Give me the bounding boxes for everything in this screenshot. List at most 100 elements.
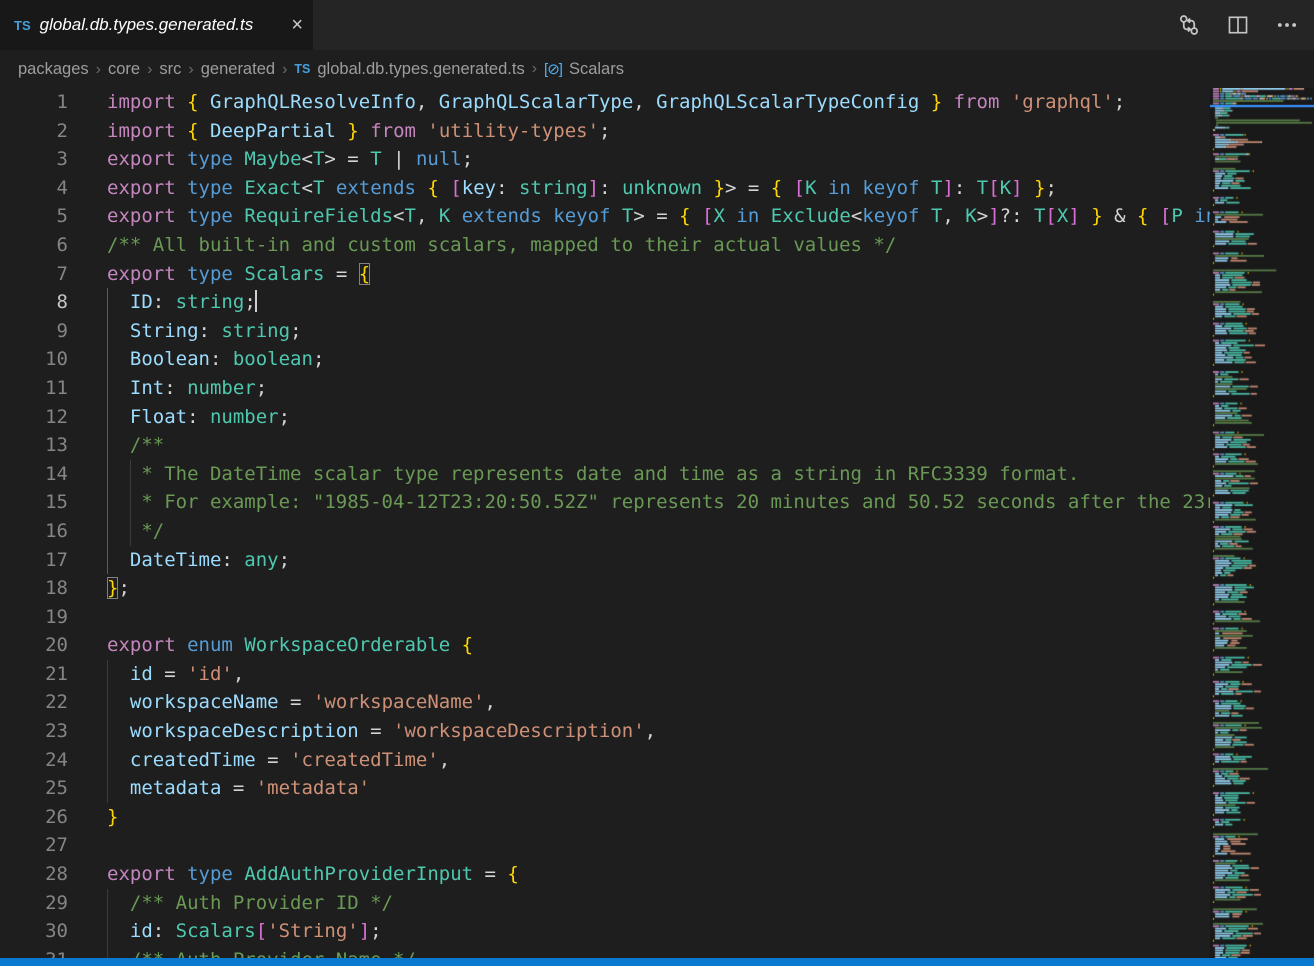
- breadcrumb-item-file[interactable]: global.db.types.generated.ts: [317, 60, 524, 79]
- code-text: * For example: "1985-04-12T23:20:50.52Z"…: [107, 488, 1210, 517]
- code-line-3[interactable]: 3export type Maybe<T> = T | null;: [0, 145, 1210, 174]
- code-line-8[interactable]: 8 ID: string;: [0, 288, 1210, 317]
- code-text: workspaceName = 'workspaceName',: [107, 688, 496, 717]
- code-token: [: [988, 177, 999, 199]
- breadcrumb-item-generated[interactable]: generated: [201, 60, 275, 78]
- code-token: 'graphql': [1011, 91, 1114, 113]
- code-token: :: [599, 177, 622, 199]
- code-token: [1080, 205, 1091, 227]
- breadcrumb-item-core[interactable]: core: [108, 60, 140, 78]
- code-text: /**: [107, 431, 164, 460]
- code-line-21[interactable]: 21 id = 'id',: [0, 660, 1210, 689]
- code-editor[interactable]: 1import { GraphQLResolveInfo, GraphQLSca…: [0, 88, 1210, 958]
- code-token: /** Auth Provider ID */: [130, 892, 393, 914]
- code-line-2[interactable]: 2import { DeepPartial } from 'utility-ty…: [0, 117, 1210, 146]
- code-token: String: [130, 320, 199, 342]
- code-token: ;: [279, 549, 290, 571]
- breadcrumb-item-symbol[interactable]: Scalars: [569, 60, 624, 79]
- code-token: /** Auth Provider Name */: [130, 949, 416, 958]
- code-line-10[interactable]: 10 Boolean: boolean;: [0, 345, 1210, 374]
- line-number: 15: [0, 488, 68, 517]
- code-line-19[interactable]: 19: [0, 603, 1210, 632]
- code-line-18[interactable]: 18};: [0, 574, 1210, 603]
- code-token: ,: [233, 663, 244, 685]
- open-changes-button[interactable]: [1178, 14, 1200, 36]
- line-number: 3: [0, 145, 68, 174]
- code-line-1[interactable]: 1import { GraphQLResolveInfo, GraphQLSca…: [0, 88, 1210, 117]
- code-line-4[interactable]: 4export type Exact<T extends { [key: str…: [0, 174, 1210, 203]
- code-token: K: [965, 205, 976, 227]
- code-token: }: [107, 806, 118, 828]
- code-token: [199, 120, 210, 142]
- code-token: [450, 634, 461, 656]
- code-token: [233, 634, 244, 656]
- code-line-20[interactable]: 20export enum WorkspaceOrderable {: [0, 631, 1210, 660]
- code-line-26[interactable]: 26}: [0, 803, 1210, 832]
- code-line-27[interactable]: 27: [0, 831, 1210, 860]
- code-line-24[interactable]: 24 createdTime = 'createdTime',: [0, 746, 1210, 775]
- code-line-29[interactable]: 29 /** Auth Provider ID */: [0, 889, 1210, 918]
- code-token: [107, 377, 130, 399]
- code-token: [107, 406, 130, 428]
- code-token: [359, 120, 370, 142]
- tab-global-db-types-generated[interactable]: TS global.db.types.generated.ts ×: [0, 0, 313, 50]
- code-line-15[interactable]: 15 * For example: "1985-04-12T23:20:50.5…: [0, 488, 1210, 517]
- code-line-6[interactable]: 6/** All built-in and custom scalars, ma…: [0, 231, 1210, 260]
- code-token: T: [1034, 205, 1045, 227]
- breadcrumb: packages›core›src›generated› TS global.d…: [0, 50, 1314, 88]
- indent-guide: [107, 288, 108, 574]
- code-token: null: [416, 148, 462, 170]
- code-line-13[interactable]: 13 /**: [0, 431, 1210, 460]
- code-line-17[interactable]: 17 DateTime: any;: [0, 546, 1210, 575]
- line-number: 12: [0, 403, 68, 432]
- code-token: X: [714, 205, 725, 227]
- split-editor-button[interactable]: [1227, 14, 1249, 36]
- code-line-11[interactable]: 11 Int: number;: [0, 374, 1210, 403]
- minimap[interactable]: [1210, 88, 1314, 958]
- code-token: >: [977, 205, 988, 227]
- minimap-canvas[interactable]: [1210, 88, 1314, 958]
- code-token: ,: [645, 720, 656, 742]
- code-token: export: [107, 205, 176, 227]
- code-line-31[interactable]: 31 /** Auth Provider Name */: [0, 946, 1210, 958]
- code-token: ,: [439, 749, 450, 771]
- code-line-5[interactable]: 5export type RequireFields<T, K extends …: [0, 202, 1210, 231]
- code-line-7[interactable]: 7export type Scalars = {: [0, 260, 1210, 289]
- line-number: 8: [0, 288, 68, 317]
- code-token: Maybe: [244, 148, 301, 170]
- code-text: /** Auth Provider ID */: [107, 889, 393, 918]
- code-line-12[interactable]: 12 Float: number;: [0, 403, 1210, 432]
- code-token: }: [1034, 177, 1045, 199]
- line-number: 5: [0, 202, 68, 231]
- split-editor-icon: [1227, 14, 1249, 36]
- line-number: 1: [0, 88, 68, 117]
- indent-guide: [107, 660, 108, 803]
- code-token: GraphQLScalarType: [439, 91, 633, 113]
- breadcrumb-item-packages[interactable]: packages: [18, 60, 89, 78]
- line-number: 20: [0, 631, 68, 660]
- code-token: [919, 91, 930, 113]
- code-token: [107, 520, 141, 542]
- code-line-25[interactable]: 25 metadata = 'metadata': [0, 774, 1210, 803]
- code-line-14[interactable]: 14 * The DateTime scalar type represents…: [0, 460, 1210, 489]
- code-token: {: [427, 177, 438, 199]
- code-line-9[interactable]: 9 String: string;: [0, 317, 1210, 346]
- code-token: ]: [942, 177, 953, 199]
- code-token: AddAuthProviderInput: [244, 863, 473, 885]
- code-token: ;: [370, 920, 381, 942]
- code-line-28[interactable]: 28export type AddAuthProviderInput = {: [0, 860, 1210, 889]
- code-token: in: [736, 205, 759, 227]
- code-token: [176, 91, 187, 113]
- code-line-30[interactable]: 30 id: Scalars['String'];: [0, 917, 1210, 946]
- breadcrumb-item-src[interactable]: src: [159, 60, 181, 78]
- code-token: ;: [313, 348, 324, 370]
- code-line-16[interactable]: 16 */: [0, 517, 1210, 546]
- code-token: [176, 120, 187, 142]
- close-icon[interactable]: ×: [291, 15, 303, 35]
- code-line-22[interactable]: 22 workspaceName = 'workspaceName',: [0, 688, 1210, 717]
- more-actions-button[interactable]: [1276, 14, 1298, 36]
- code-token: =: [473, 863, 507, 885]
- code-token: [439, 177, 450, 199]
- code-line-23[interactable]: 23 workspaceDescription = 'workspaceDesc…: [0, 717, 1210, 746]
- code-token: [336, 120, 347, 142]
